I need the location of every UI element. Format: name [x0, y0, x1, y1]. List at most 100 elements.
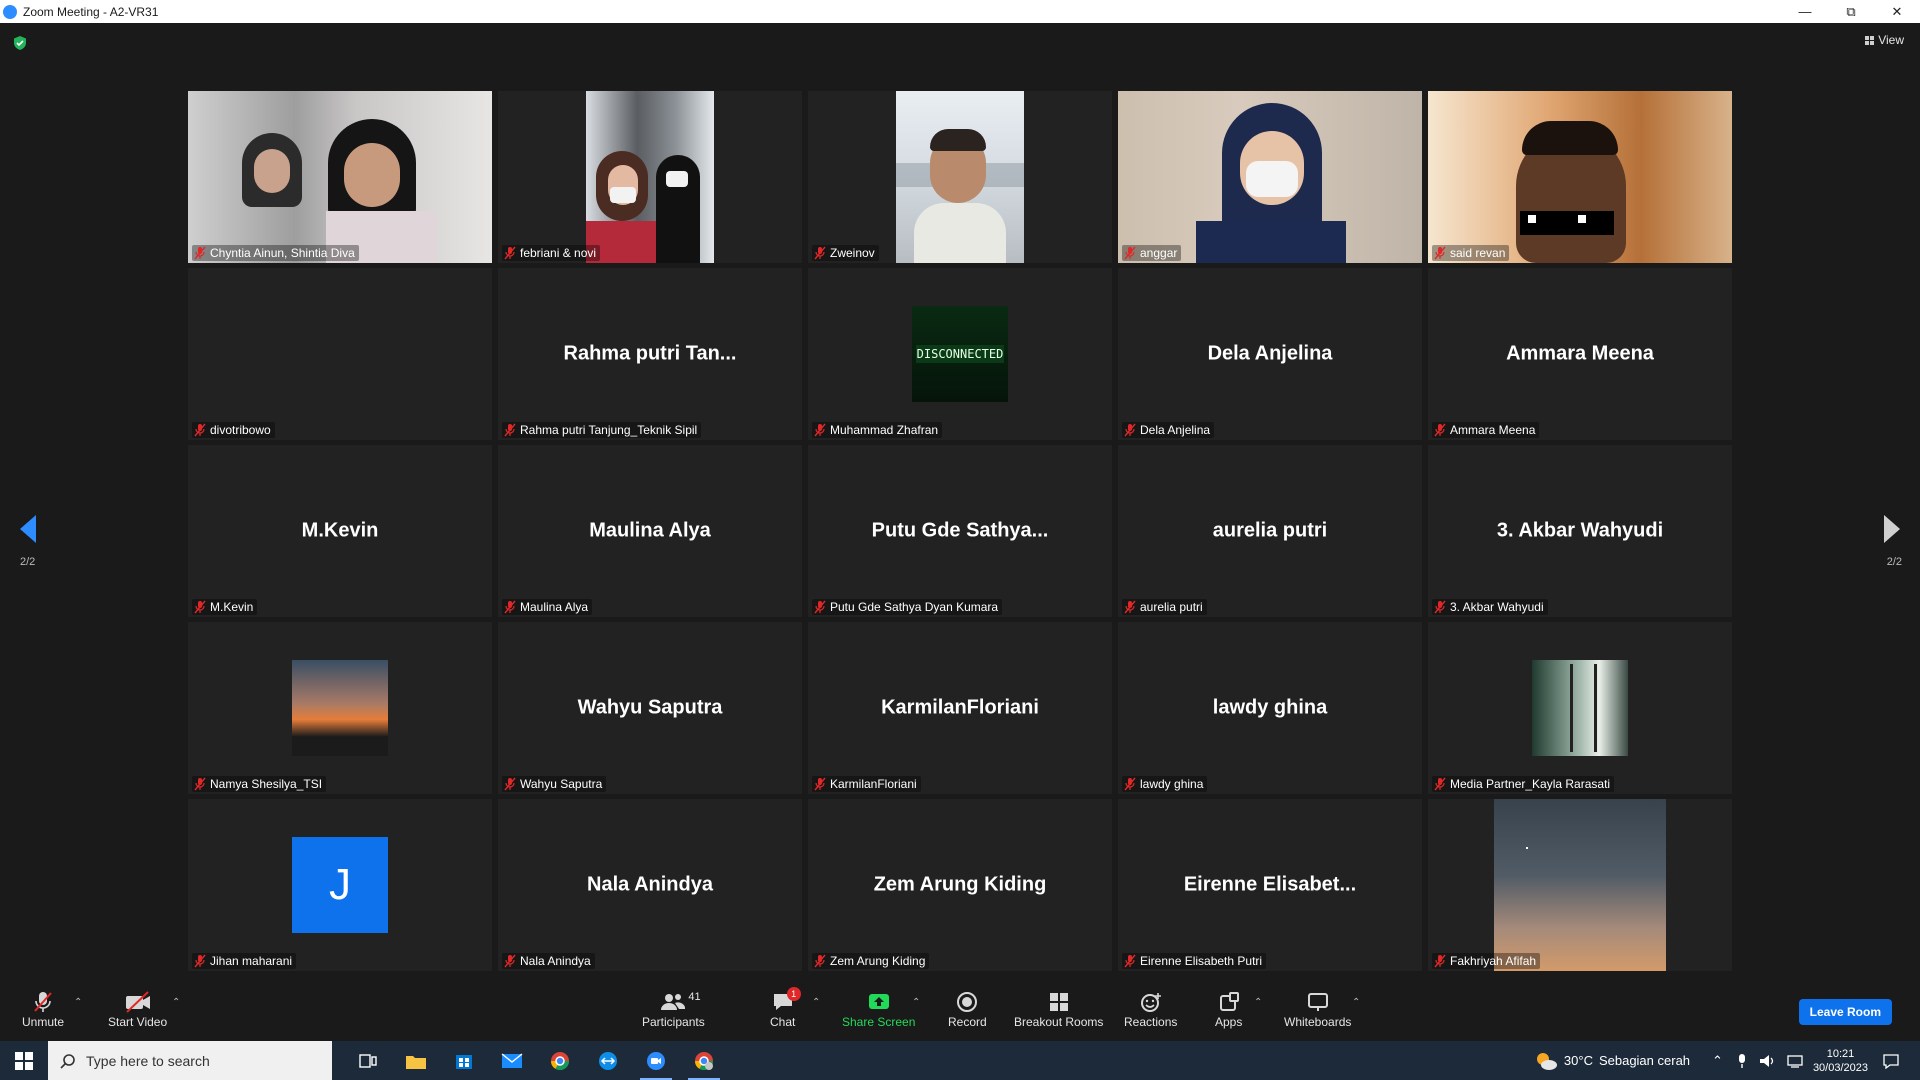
- breakout-rooms-button[interactable]: Breakout Rooms: [1014, 989, 1103, 1029]
- share-screen-label: Share Screen: [842, 1015, 916, 1029]
- participant-name: divotribowo: [210, 423, 271, 437]
- previous-page-arrow-icon[interactable]: [20, 515, 36, 543]
- participant-tile[interactable]: Nala Anindya Nala Anindya: [498, 799, 802, 971]
- system-tray: 30°C Sebagian cerah ⌃ 10:21 30/03/2023: [1534, 1041, 1920, 1080]
- weather-widget[interactable]: 30°C Sebagian cerah: [1534, 1051, 1690, 1071]
- taskbar-apps: [344, 1041, 728, 1080]
- teamviewer-icon[interactable]: [584, 1041, 632, 1080]
- participant-tile[interactable]: aurelia putri aurelia putri: [1118, 445, 1422, 617]
- unmute-button[interactable]: Unmute: [22, 989, 64, 1029]
- participant-name-label: Nala Anindya: [502, 953, 595, 969]
- muted-mic-icon: [814, 777, 826, 791]
- whiteboards-button[interactable]: Whiteboards: [1284, 989, 1351, 1029]
- participant-name: Namya Shesilya_TSI: [210, 777, 323, 791]
- security-shield-icon[interactable]: [12, 35, 28, 51]
- participant-tile[interactable]: KarmilanFloriani KarmilanFloriani: [808, 622, 1112, 794]
- participant-name-label: Zem Arung Kiding: [812, 953, 930, 969]
- windows-start-button[interactable]: [0, 1041, 48, 1080]
- muted-mic-icon: [194, 600, 206, 614]
- participant-tile[interactable]: Dela Anjelina Dela Anjelina: [1118, 268, 1422, 440]
- share-options-caret-icon[interactable]: ⌃: [912, 997, 920, 1008]
- leave-room-button[interactable]: Leave Room: [1798, 999, 1892, 1025]
- participant-tile[interactable]: M.Kevin M.Kevin: [188, 445, 492, 617]
- participant-name: KarmilanFloriani: [830, 777, 917, 791]
- participant-display-name: Dela Anjelina: [1207, 342, 1333, 365]
- task-view-icon[interactable]: [344, 1041, 392, 1080]
- participant-tile[interactable]: Wahyu Saputra Wahyu Saputra: [498, 622, 802, 794]
- next-page-arrow-icon[interactable]: [1884, 515, 1900, 543]
- video-options-caret-icon[interactable]: ⌃: [172, 997, 180, 1008]
- participant-name: Chyntia Ainun, Shintia Diva: [210, 246, 355, 260]
- meeting-toolbar: Unmute ⌃ Start Video ⌃ 41 Participants 1…: [0, 985, 1920, 1041]
- participant-name: febriani & novi: [520, 246, 597, 260]
- view-button[interactable]: View: [1865, 33, 1904, 47]
- participant-tile[interactable]: Chyntia Ainun, Shintia Diva: [188, 91, 492, 263]
- taskbar-search-box[interactable]: Type here to search: [48, 1041, 332, 1080]
- file-explorer-icon[interactable]: [392, 1041, 440, 1080]
- apps-label: Apps: [1215, 1015, 1243, 1029]
- participant-tile[interactable]: febriani & novi: [498, 91, 802, 263]
- participant-tile[interactable]: Namya Shesilya_TSI: [188, 622, 492, 794]
- audio-options-caret-icon[interactable]: ⌃: [74, 997, 82, 1008]
- taskbar-clock[interactable]: 10:21 30/03/2023: [1813, 1047, 1868, 1075]
- participant-display-name: Ammara Meena: [1506, 342, 1654, 365]
- participant-name-label: lawdy ghina: [1122, 776, 1208, 792]
- participant-name-label: Wahyu Saputra: [502, 776, 607, 792]
- participant-name-label: Muhammad Zhafran: [812, 422, 943, 438]
- participant-tile[interactable]: Rahma putri Tan... Rahma putri Tanjung_Te…: [498, 268, 802, 440]
- participant-name-label: Dela Anjelina: [1122, 422, 1215, 438]
- participant-tile[interactable]: 3. Akbar Wahyudi 3. Akbar Wahyudi: [1428, 445, 1732, 617]
- participant-name-label: Media Partner_Kayla Rarasati: [1432, 776, 1615, 792]
- notification-center-icon[interactable]: [1882, 1053, 1900, 1069]
- participant-tile[interactable]: Ammara Meena Ammara Meena: [1428, 268, 1732, 440]
- participant-tile[interactable]: J Jihan maharani: [188, 799, 492, 971]
- mail-icon[interactable]: [488, 1041, 536, 1080]
- start-video-button[interactable]: Start Video: [108, 989, 167, 1029]
- speaker-icon[interactable]: [1759, 1053, 1777, 1069]
- clock-date: 30/03/2023: [1812, 1061, 1868, 1074]
- participant-tile[interactable]: DISCONNECTED Muhammad Zhafran: [808, 268, 1112, 440]
- participants-button[interactable]: 41 Participants: [642, 989, 705, 1029]
- apps-options-caret-icon[interactable]: ⌃: [1254, 997, 1262, 1008]
- participant-name: Putu Gde Sathya Dyan Kumara: [830, 600, 999, 614]
- participant-tile[interactable]: Media Partner_Kayla Rarasati: [1428, 622, 1732, 794]
- muted-mic-icon: [194, 777, 206, 791]
- record-button[interactable]: Record: [948, 989, 987, 1029]
- participant-tile[interactable]: Fakhriyah Afifah: [1428, 799, 1732, 971]
- chat-button[interactable]: 1 Chat: [770, 987, 801, 1029]
- chrome-icon[interactable]: [536, 1041, 584, 1080]
- participant-tile[interactable]: said revan: [1428, 91, 1732, 263]
- apps-button[interactable]: Apps: [1215, 989, 1242, 1029]
- close-button[interactable]: ✕: [1874, 0, 1920, 23]
- participant-tile[interactable]: anggar: [1118, 91, 1422, 263]
- tray-microphone-icon[interactable]: [1735, 1053, 1749, 1069]
- participant-tile[interactable]: divotribowo: [188, 268, 492, 440]
- participant-tile[interactable]: Zweinov: [808, 91, 1112, 263]
- record-icon: [956, 989, 978, 1015]
- reactions-button[interactable]: Reactions: [1124, 989, 1177, 1029]
- participant-name-label: anggar: [1122, 245, 1182, 261]
- participant-tile[interactable]: lawdy ghina lawdy ghina: [1118, 622, 1422, 794]
- participant-name: lawdy ghina: [1140, 777, 1204, 791]
- store-icon[interactable]: [440, 1041, 488, 1080]
- tray-expand-chevron-icon[interactable]: ⌃: [1712, 1053, 1723, 1069]
- unmute-label: Unmute: [22, 1015, 65, 1029]
- muted-mic-icon: [1124, 600, 1136, 614]
- participant-display-name: Maulina Alya: [589, 519, 711, 542]
- network-icon[interactable]: [1787, 1053, 1805, 1069]
- whiteboards-options-caret-icon[interactable]: ⌃: [1352, 997, 1360, 1008]
- window-title: Zoom Meeting - A2-VR31: [23, 4, 159, 19]
- restore-button[interactable]: ⧉: [1828, 0, 1874, 23]
- chat-options-caret-icon[interactable]: ⌃: [812, 997, 820, 1008]
- share-screen-button[interactable]: Share Screen: [842, 989, 915, 1029]
- participant-name-label: Jihan maharani: [192, 953, 297, 969]
- participant-tile[interactable]: Zem Arung Kiding Zem Arung Kiding: [808, 799, 1112, 971]
- participant-tile[interactable]: Eirenne Elisabet... Eirenne Elisabeth Put…: [1118, 799, 1422, 971]
- participant-tile[interactable]: Maulina Alya Maulina Alya: [498, 445, 802, 617]
- muted-mic-icon: [504, 954, 516, 968]
- participant-tile[interactable]: Putu Gde Sathya... Putu Gde Sathya Dyan K…: [808, 445, 1112, 617]
- muted-mic-icon: [504, 777, 516, 791]
- minimize-button[interactable]: —: [1782, 0, 1828, 23]
- zoom-icon[interactable]: [632, 1041, 680, 1080]
- chrome-profile-icon[interactable]: [680, 1041, 728, 1080]
